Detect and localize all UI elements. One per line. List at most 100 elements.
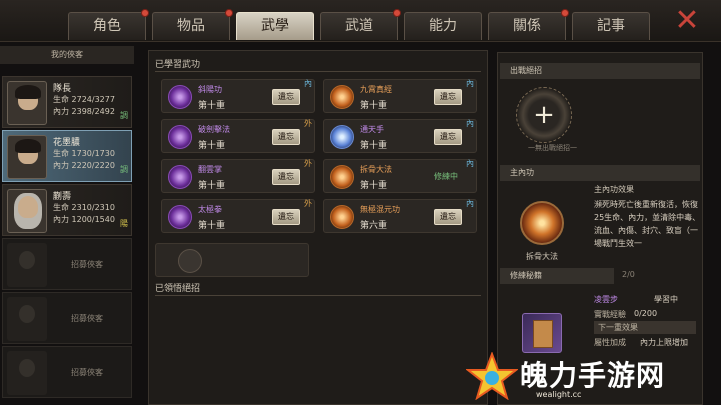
tab-journal[interactable]: 記事 (572, 12, 650, 40)
divider (155, 71, 481, 72)
hp-text: 生命 2310/2310 (53, 203, 115, 212)
purple-orb-icon (168, 85, 192, 109)
skill-name: 無極混元功 (360, 205, 400, 214)
exp-value: 0/200 (634, 309, 658, 318)
tab-label: 武學 (261, 18, 289, 34)
divider (155, 295, 481, 296)
skill-name: 太極拳 (198, 205, 222, 214)
empty-recruit-slot[interactable]: 招募俠客 (2, 238, 132, 290)
orange-swirl-icon (330, 85, 354, 109)
secret-book-icon[interactable] (522, 313, 562, 353)
avatar (7, 135, 47, 179)
ultimate-header: 出戰絕招 (500, 63, 700, 79)
tab-character[interactable]: 角色 (68, 9, 149, 40)
skill-level: 第十重 (198, 181, 226, 191)
empty-skill-slot[interactable] (155, 243, 309, 277)
next-level-effect[interactable]: 下一重效果 (594, 321, 696, 334)
tab-label: 關係 (513, 18, 541, 34)
effect-text: 瀕死時死亡後重新復活，恢復25生命、內力，並清除中毒、流血、內傷、封穴、致盲（一… (594, 200, 701, 248)
train-value: 2/0 (622, 270, 635, 279)
tab-label: 能力 (429, 18, 457, 34)
inner-badge: 內 (466, 199, 474, 208)
learned-skills-panel: 已學習武功 斜陽功 第十重 遺忘 內 九霄真經 第十重 遺忘 內 破劍擊法 第十… (148, 50, 488, 405)
status-tag: 陽 (120, 219, 128, 228)
forget-button[interactable]: 遺忘 (272, 169, 300, 185)
learned-title: 已學習武功 (155, 60, 201, 70)
tab-martial-way[interactable]: 武道 (320, 9, 401, 40)
attr-label: 屬性加成 (594, 338, 626, 347)
skill-level: 第十重 (360, 101, 388, 111)
watermark-text: 魄力手游网 (520, 359, 666, 392)
attr-value: 內力上限增加 (640, 338, 688, 347)
status-tag: 調 (120, 165, 128, 174)
skill-level: 第十重 (198, 141, 226, 151)
forget-button[interactable]: 遺忘 (434, 209, 462, 225)
inner-badge: 內 (466, 79, 474, 88)
skill-level: 第十重 (360, 181, 388, 191)
skill-card[interactable]: 通天手 第十重 遺忘 內 (323, 119, 477, 153)
tab-abilities[interactable]: 能力 (404, 12, 482, 40)
forget-button[interactable]: 遺忘 (272, 89, 300, 105)
skill-name: 通天手 (360, 125, 384, 134)
forget-button[interactable]: 遺忘 (434, 89, 462, 105)
inner-skill-seal-icon[interactable] (520, 201, 564, 245)
silhouette-icon (7, 243, 47, 287)
forget-button[interactable]: 遺忘 (272, 209, 300, 225)
watermark-url: wealight.cc (536, 390, 582, 399)
hp-text: 生命 1730/1730 (53, 149, 115, 158)
character-card-selected[interactable]: 花墨膿 生命 1730/1730 內力 2220/2220 調 (2, 130, 132, 182)
tab-label: 物品 (177, 18, 205, 34)
close-icon[interactable]: ✕ (673, 6, 701, 36)
outer-badge: 外 (304, 119, 312, 128)
skill-card[interactable]: 無極混元功 第六重 遺忘 內 (323, 199, 477, 233)
avatar (7, 81, 47, 125)
ultimate-empty-hint: 一無出戰絕招一 (528, 144, 577, 152)
skill-card-training[interactable]: 拆骨大法 第十重 修練中 內 (323, 159, 477, 193)
watermark: 魄力手游网 wealight.cc (466, 348, 721, 405)
skill-card[interactable]: 斜陽功 第十重 遺忘 內 (161, 79, 315, 113)
mp-text: 內力 2220/2220 (53, 161, 115, 170)
skill-name: 拆骨大法 (360, 165, 392, 174)
tab-items[interactable]: 物品 (152, 9, 233, 40)
inner-badge: 內 (466, 159, 474, 168)
add-ultimate-button[interactable]: + (516, 87, 572, 143)
outer-badge: 外 (304, 159, 312, 168)
orange-flame-icon (330, 205, 354, 229)
empty-recruit-slot[interactable]: 招募俠客 (2, 292, 132, 344)
skill-level: 第六重 (360, 221, 388, 231)
skill-card[interactable]: 太極拳 第十重 遺忘 外 (161, 199, 315, 233)
character-card[interactable]: 蒯壽 生命 2310/2310 內力 1200/1540 陽 (2, 184, 132, 236)
character-card[interactable]: 隊長 生命 2724/3277 內力 2398/2492 調 (2, 76, 132, 128)
effect-title: 主內功效果 (594, 185, 634, 194)
skill-card[interactable]: 翻雲掌 第十重 遺忘 外 (161, 159, 315, 193)
status-tag: 調 (120, 111, 128, 120)
empty-recruit-slot[interactable]: 招募俠客 (2, 346, 132, 398)
forget-button[interactable]: 遺忘 (434, 129, 462, 145)
skill-name: 翻雲掌 (198, 165, 222, 174)
hp-text: 生命 2724/3277 (53, 95, 115, 104)
tab-relations[interactable]: 關係 (488, 9, 569, 40)
skill-name: 破劍擊法 (198, 125, 230, 134)
tab-label: 記事 (597, 18, 625, 34)
skill-card[interactable]: 破劍擊法 第十重 遺忘 外 (161, 119, 315, 153)
orange-seal-icon (330, 165, 354, 189)
tab-martial-arts[interactable]: 武學 (236, 12, 314, 40)
recruit-label: 招募俠客 (71, 368, 103, 377)
character-sidebar: 我的俠客 隊長 生命 2724/3277 內力 2398/2492 調 花墨膿 … (0, 46, 134, 405)
sidebar-title: 我的俠客 (0, 46, 134, 64)
skill-name: 九霄真經 (360, 85, 392, 94)
outer-badge: 外 (304, 199, 312, 208)
exp-label: 實戰經驗 (594, 310, 626, 319)
blue-hand-icon (330, 125, 354, 149)
training-header: 修練秘籍 (500, 268, 614, 284)
training-status: 學習中 (654, 295, 678, 304)
inner-badge: 內 (304, 79, 312, 88)
tab-label: 角色 (93, 18, 121, 34)
inner-skill-header: 主內功 (500, 165, 700, 181)
skill-card[interactable]: 九霄真經 第十重 遺忘 內 (323, 79, 477, 113)
notification-dot (561, 9, 569, 17)
silhouette-icon (7, 351, 47, 395)
training-status: 修練中 (434, 172, 458, 181)
forget-button[interactable]: 遺忘 (272, 129, 300, 145)
notification-dot (141, 9, 149, 17)
